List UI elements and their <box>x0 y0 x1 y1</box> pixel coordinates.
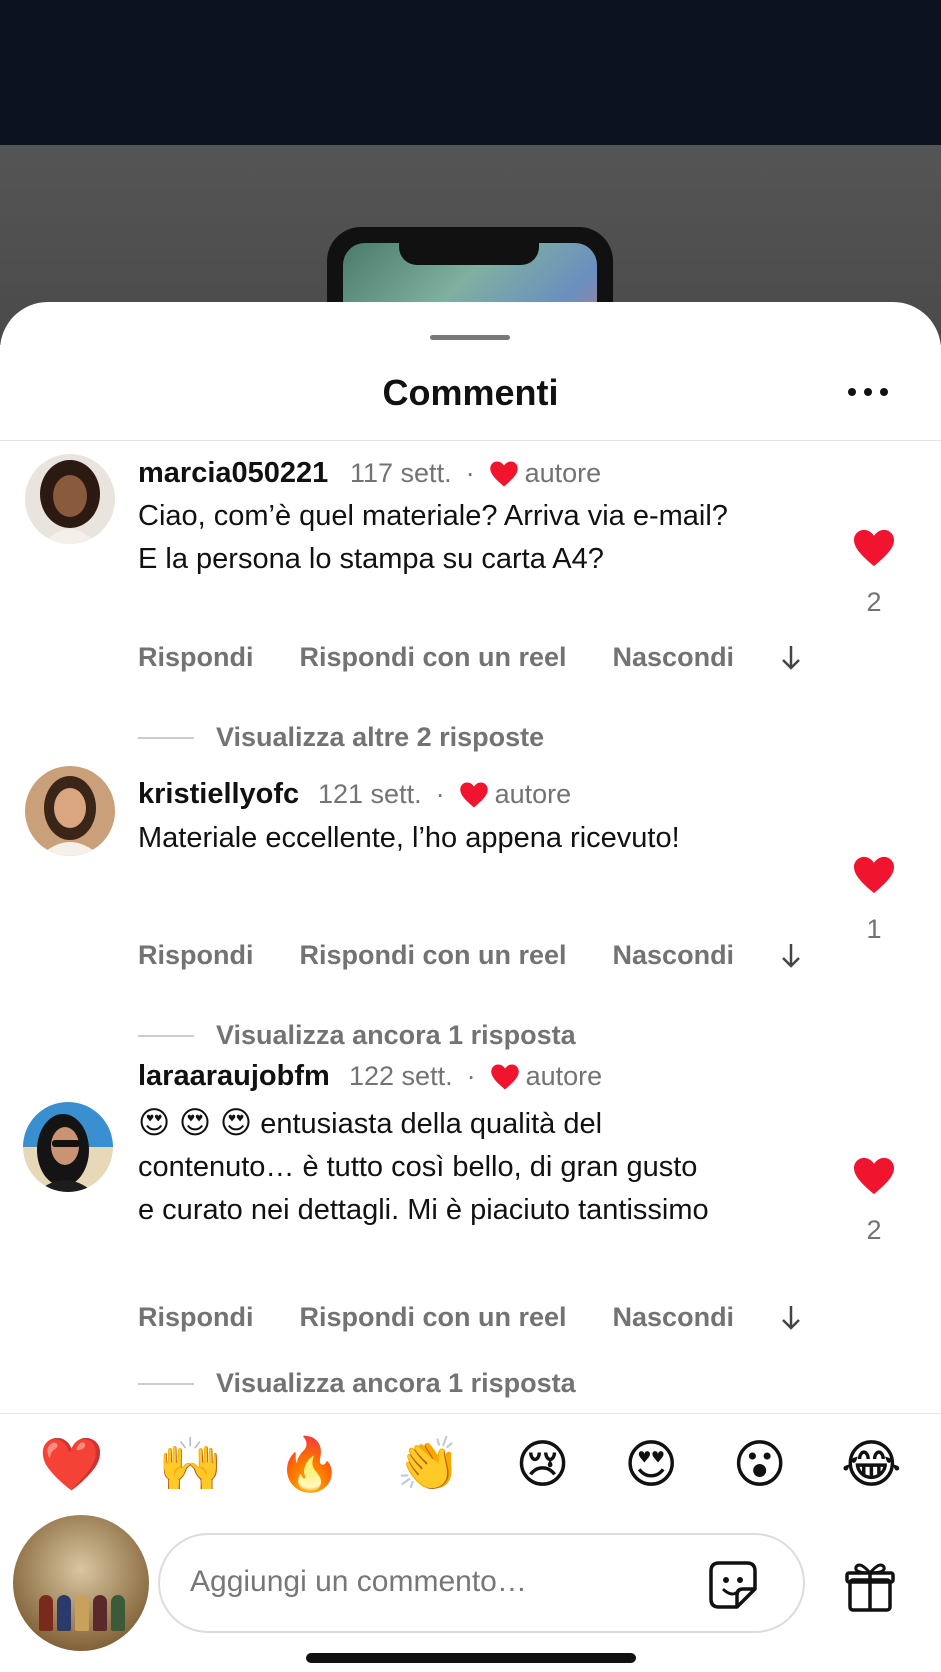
comment-text-line: E la persona lo stampa su carta A4? <box>138 543 604 575</box>
heart-icon <box>490 1064 519 1089</box>
view-replies-label: Visualizza altre 2 risposte <box>216 722 545 752</box>
separator-dot: · <box>435 779 445 809</box>
comment-text: 😍 😍 😍 entusiasta della qualità del conte… <box>138 1101 778 1232</box>
divider <box>0 1413 941 1414</box>
reply-with-reel-button[interactable]: Rispondi con un reel <box>300 1302 567 1333</box>
hide-button[interactable]: Nascondi <box>613 940 735 971</box>
reply-with-reel-button[interactable]: Rispondi con un reel <box>300 642 567 673</box>
hide-button[interactable]: Nascondi <box>613 642 735 673</box>
comment-time: 117 sett. <box>350 458 452 488</box>
author-label: autore <box>494 779 572 809</box>
reaction-heart-eyes-emoji[interactable]: 😍 <box>624 1435 678 1495</box>
divider <box>0 440 941 441</box>
view-replies-button[interactable]: Visualizza ancora 1 risposta <box>138 1020 576 1051</box>
separator-dot: · <box>465 458 475 488</box>
like-count: 2 <box>866 1215 882 1245</box>
comment-actions: Rispondi Rispondi con un reel Nascondi <box>138 642 802 673</box>
author-label: autore <box>525 1061 603 1091</box>
avatar[interactable] <box>25 454 115 544</box>
reply-with-reel-button[interactable]: Rispondi con un reel <box>300 940 567 971</box>
view-replies-label: Visualizza ancora 1 risposta <box>216 1020 576 1050</box>
reaction-surprised-emoji[interactable]: 😮 <box>732 1435 786 1495</box>
like-heart-icon[interactable] <box>852 528 896 568</box>
reply-button[interactable]: Rispondi <box>138 940 254 971</box>
gift-icon[interactable] <box>842 1558 898 1614</box>
comment-text-line: 😍 😍 😍 entusiasta della qualità del <box>138 1101 778 1146</box>
reply-thread-line <box>138 1382 194 1385</box>
comment-actions: Rispondi Rispondi con un reel Nascondi <box>138 1302 802 1333</box>
arrow-down-icon[interactable] <box>780 1304 802 1332</box>
home-indicator[interactable] <box>306 1653 636 1663</box>
reaction-heart-emoji[interactable]: ❤️ <box>39 1435 104 1495</box>
avatar[interactable] <box>25 766 115 856</box>
comment-meta: 117 sett. · autore <box>350 458 601 489</box>
reply-thread-line <box>138 1034 194 1037</box>
comment-input[interactable]: Aggiungi un commento… <box>158 1533 805 1633</box>
comment-username[interactable]: kristiellyofc <box>138 778 299 811</box>
reaction-clap-emoji[interactable]: 👏 <box>396 1435 461 1495</box>
arrow-down-icon[interactable] <box>780 644 802 672</box>
comment-time: 121 sett. <box>318 779 422 809</box>
comment-username[interactable]: marcia050221 <box>138 457 328 490</box>
more-options-icon[interactable] <box>848 386 888 398</box>
like-heart-icon[interactable] <box>852 1156 896 1196</box>
comment-username[interactable]: laraaraujobfm <box>138 1060 330 1093</box>
view-replies-button[interactable]: Visualizza ancora 1 risposta <box>138 1368 576 1399</box>
hide-button[interactable]: Nascondi <box>613 1302 735 1333</box>
author-label: autore <box>524 458 602 488</box>
sheet-grabber[interactable] <box>430 335 510 340</box>
arrow-down-icon[interactable] <box>780 942 802 970</box>
comment-text-line: Materiale eccellente, l’ho appena ricevu… <box>138 822 680 854</box>
comment-meta: 122 sett. · autore <box>349 1061 602 1092</box>
sticker-icon[interactable] <box>705 1557 761 1613</box>
comment-meta: 121 sett. · autore <box>318 779 571 810</box>
view-replies-button[interactable]: Visualizza altre 2 risposte <box>138 722 544 753</box>
like-count: 2 <box>866 587 882 617</box>
comment-text: Materiale eccellente, l’ho appena ricevu… <box>138 817 778 860</box>
emoji-prefix: 😍 😍 😍 <box>138 1105 253 1140</box>
sheet-title: Commenti <box>382 372 559 413</box>
comment-time: 122 sett. <box>349 1061 453 1091</box>
quick-reactions-bar: ❤️ 🙌 🔥 👏 😢 😍 😮 😂 <box>0 1430 941 1500</box>
like-count: 1 <box>866 914 882 944</box>
comment-text: Ciao, com’è quel materiale? Arriva via e… <box>138 495 778 581</box>
separator-dot: · <box>466 1061 476 1091</box>
reaction-laughing-emoji[interactable]: 😂 <box>841 1435 902 1495</box>
comment-actions: Rispondi Rispondi con un reel Nascondi <box>138 940 802 971</box>
reply-thread-line <box>138 736 194 739</box>
reaction-crying-emoji[interactable]: 😢 <box>515 1435 569 1495</box>
like-heart-icon[interactable] <box>852 855 896 895</box>
comment-text-fragment: entusiasta della qualità del <box>252 1108 603 1140</box>
avatar[interactable] <box>23 1102 113 1192</box>
comment-text-line: contenuto… è tutto così bello, di gran g… <box>138 1151 698 1183</box>
view-replies-label: Visualizza ancora 1 risposta <box>216 1368 576 1398</box>
heart-icon <box>489 461 518 486</box>
reply-button[interactable]: Rispondi <box>138 1302 254 1333</box>
current-user-avatar[interactable] <box>13 1515 149 1651</box>
reply-button[interactable]: Rispondi <box>138 642 254 673</box>
comment-input-placeholder: Aggiungi un commento… <box>190 1565 527 1598</box>
comment-text-line: Ciao, com’è quel materiale? Arriva via e… <box>138 500 728 532</box>
reaction-fire-emoji[interactable]: 🔥 <box>277 1435 342 1495</box>
reaction-raised-hands-emoji[interactable]: 🙌 <box>158 1435 223 1495</box>
comment-text-line: e curato nei dettagli. Mi è piaciuto tan… <box>138 1194 709 1226</box>
status-area <box>0 0 941 145</box>
heart-icon <box>459 782 488 807</box>
